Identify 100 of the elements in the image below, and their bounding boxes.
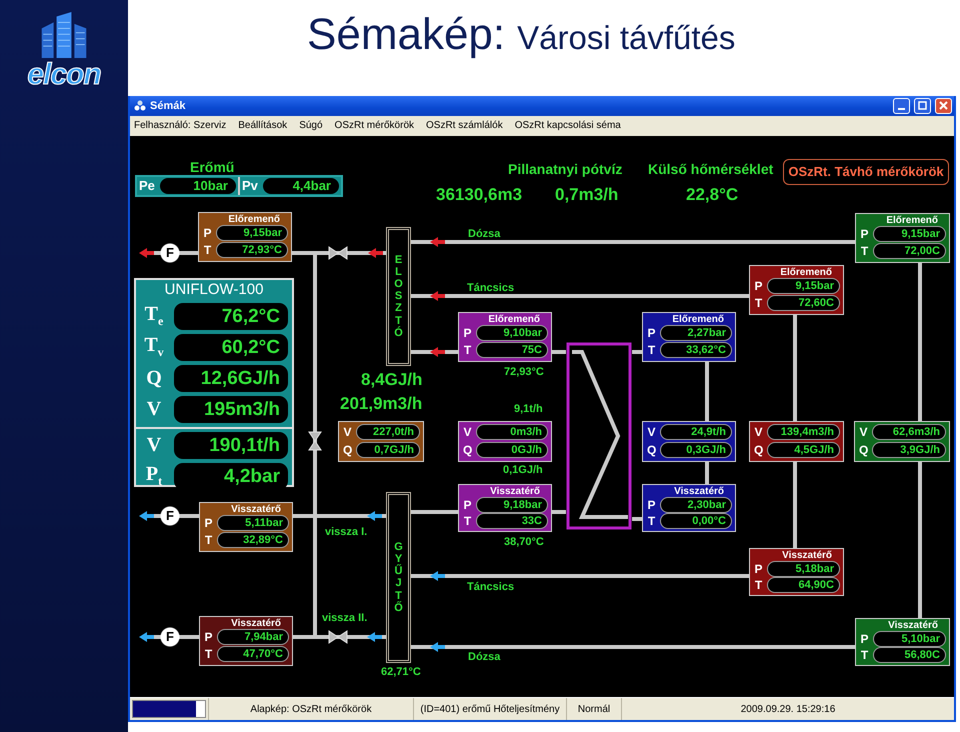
close-icon — [939, 101, 948, 110]
parameter-label: P — [647, 326, 656, 340]
status-text: Alapkép: OSzRt mérőkörök — [250, 704, 372, 715]
parameter-label: P — [754, 279, 763, 294]
reading-display: 12,6GJ/h — [174, 364, 288, 392]
reading-display: 32,89°C — [217, 532, 289, 548]
reading-display: 2,30bar — [660, 496, 732, 513]
minimize-icon — [898, 108, 905, 110]
panel-heading: Előremenő — [228, 214, 281, 225]
parameter-label: T — [463, 514, 472, 528]
menu-item[interactable]: Beállítások — [238, 120, 288, 132]
parameter-label: T — [860, 648, 869, 662]
parameter-label: Q — [647, 442, 656, 457]
menu-item[interactable]: OSzRt kapcsolási séma — [514, 120, 621, 132]
arrow-icon — [139, 248, 154, 258]
reading-display: 5,10bar — [873, 630, 946, 647]
reading-display: 0,00°C — [660, 512, 732, 529]
reading-display: 24,9t/h — [660, 424, 732, 440]
parameter-symbol: T$_{v}$ — [143, 334, 165, 360]
flow-label: Dózsa — [468, 228, 500, 240]
parameter-label: P — [463, 498, 472, 512]
parameter-label: P — [860, 632, 869, 646]
reading-display: 72,60C — [767, 295, 840, 312]
parameter-label: Q — [343, 442, 352, 457]
close-button[interactable] — [935, 98, 952, 114]
menu-item[interactable]: OSzRt mérőkörök — [334, 120, 414, 132]
parameter-label: Pe — [139, 178, 156, 194]
menu-item[interactable]: Súgó — [299, 120, 323, 132]
parameter-label: Q — [754, 442, 763, 457]
flow-label: Dózsa — [468, 650, 500, 663]
reading-display: 4,2bar — [174, 462, 288, 490]
parameter-label: P — [647, 498, 656, 512]
reading-display: 2,27bar — [660, 325, 732, 342]
flow-label: 72,93°C — [504, 366, 544, 378]
arrow-icon — [139, 510, 154, 521]
flow-label: 0,1GJ/h — [503, 464, 543, 476]
parameter-label: Q — [463, 442, 472, 457]
flow-label: 9,1t/h — [514, 402, 543, 415]
section-title: Erőmű — [190, 158, 234, 175]
reading-display: 7,94bar — [217, 629, 289, 646]
parameter-label: T — [647, 514, 656, 528]
reading-display: 5,11bar — [217, 515, 289, 532]
panel-heading: Visszatérő — [231, 504, 282, 515]
parameter-label: Q — [859, 442, 868, 457]
parameter-label: V — [754, 424, 763, 439]
manifold-label: ELOSZTÓ — [393, 254, 404, 339]
status-text: 2009.09.29. 15:29:16 — [740, 704, 836, 715]
maximize-button[interactable] — [914, 98, 931, 114]
reading-display: 139,4m3/h — [767, 424, 840, 440]
reading-display: 47,70°C — [217, 646, 289, 662]
reading-display: 72,00C — [873, 243, 946, 260]
reading-display: 0GJ/h — [476, 442, 548, 458]
reading-display: 0,7GJ/h — [356, 442, 420, 458]
arrow-icon — [139, 632, 154, 642]
flow-meter: F — [158, 624, 182, 649]
slide-subtitle: Városi távfűtés — [517, 19, 736, 57]
reading-display: 62,6m3/h — [872, 424, 946, 440]
reading-display: 227,0t/h — [356, 424, 420, 440]
menu-item[interactable]: Felhasználó: Szerviz — [134, 120, 226, 132]
parameter-label: P — [860, 227, 869, 242]
reading-display: 9,10bar — [476, 325, 548, 342]
reading-display: 76,2°C — [174, 302, 288, 330]
parameter-symbol: V — [146, 434, 162, 457]
flow-label: vissza II. — [322, 612, 368, 624]
reading-display: 195m3/h — [174, 396, 288, 423]
parameter-label: T — [754, 296, 763, 310]
reading-display: 72,93°C — [216, 242, 288, 258]
reading-display: 9,18bar — [476, 496, 548, 513]
section-title: Pillanatnyi pótvíz — [508, 160, 622, 177]
menu-item[interactable]: OSzRt számlálók — [426, 120, 503, 132]
panel-heading: Előremenő — [488, 314, 541, 325]
parameter-label: T — [463, 343, 472, 358]
panel-heading: Előremenő — [672, 314, 725, 325]
slide-title: Sémakép: — [307, 10, 506, 60]
parameter-label: V — [859, 424, 868, 439]
flow-label: 62,71°C — [381, 666, 421, 678]
reading-value: 36130,6m3 — [436, 184, 522, 205]
flow-label: Táncsics — [467, 580, 514, 593]
arrow-icon — [430, 642, 445, 652]
reading-display: 9,15bar — [873, 226, 946, 242]
parameter-label: T — [203, 243, 212, 258]
parameter-symbol: T$_{e}$ — [144, 303, 164, 330]
minimize-button[interactable] — [893, 98, 910, 114]
reading-display: 190,1t/h — [174, 432, 288, 459]
app-icon — [134, 100, 146, 112]
reading-display: 33C — [476, 512, 548, 529]
panel-heading: Előremenő — [886, 214, 939, 226]
parameter-label: P — [203, 226, 212, 240]
status-text: Normál — [578, 704, 610, 715]
reading-display: 75C — [476, 342, 548, 358]
arrow-icon — [430, 346, 445, 357]
circuits-button[interactable]: OSzRt. Távhő mérőkörök — [783, 158, 949, 185]
panel-heading: Visszatérő — [782, 550, 833, 561]
panel-heading: Előremenő — [780, 266, 833, 278]
parameter-label: P — [463, 326, 472, 340]
reading-display: 0,3GJ/h — [660, 442, 732, 458]
valve-icon — [328, 246, 348, 260]
reading-display: 5,18bar — [767, 560, 840, 577]
reading-display: 9,15bar — [767, 278, 840, 294]
parameter-label: P — [204, 516, 213, 530]
